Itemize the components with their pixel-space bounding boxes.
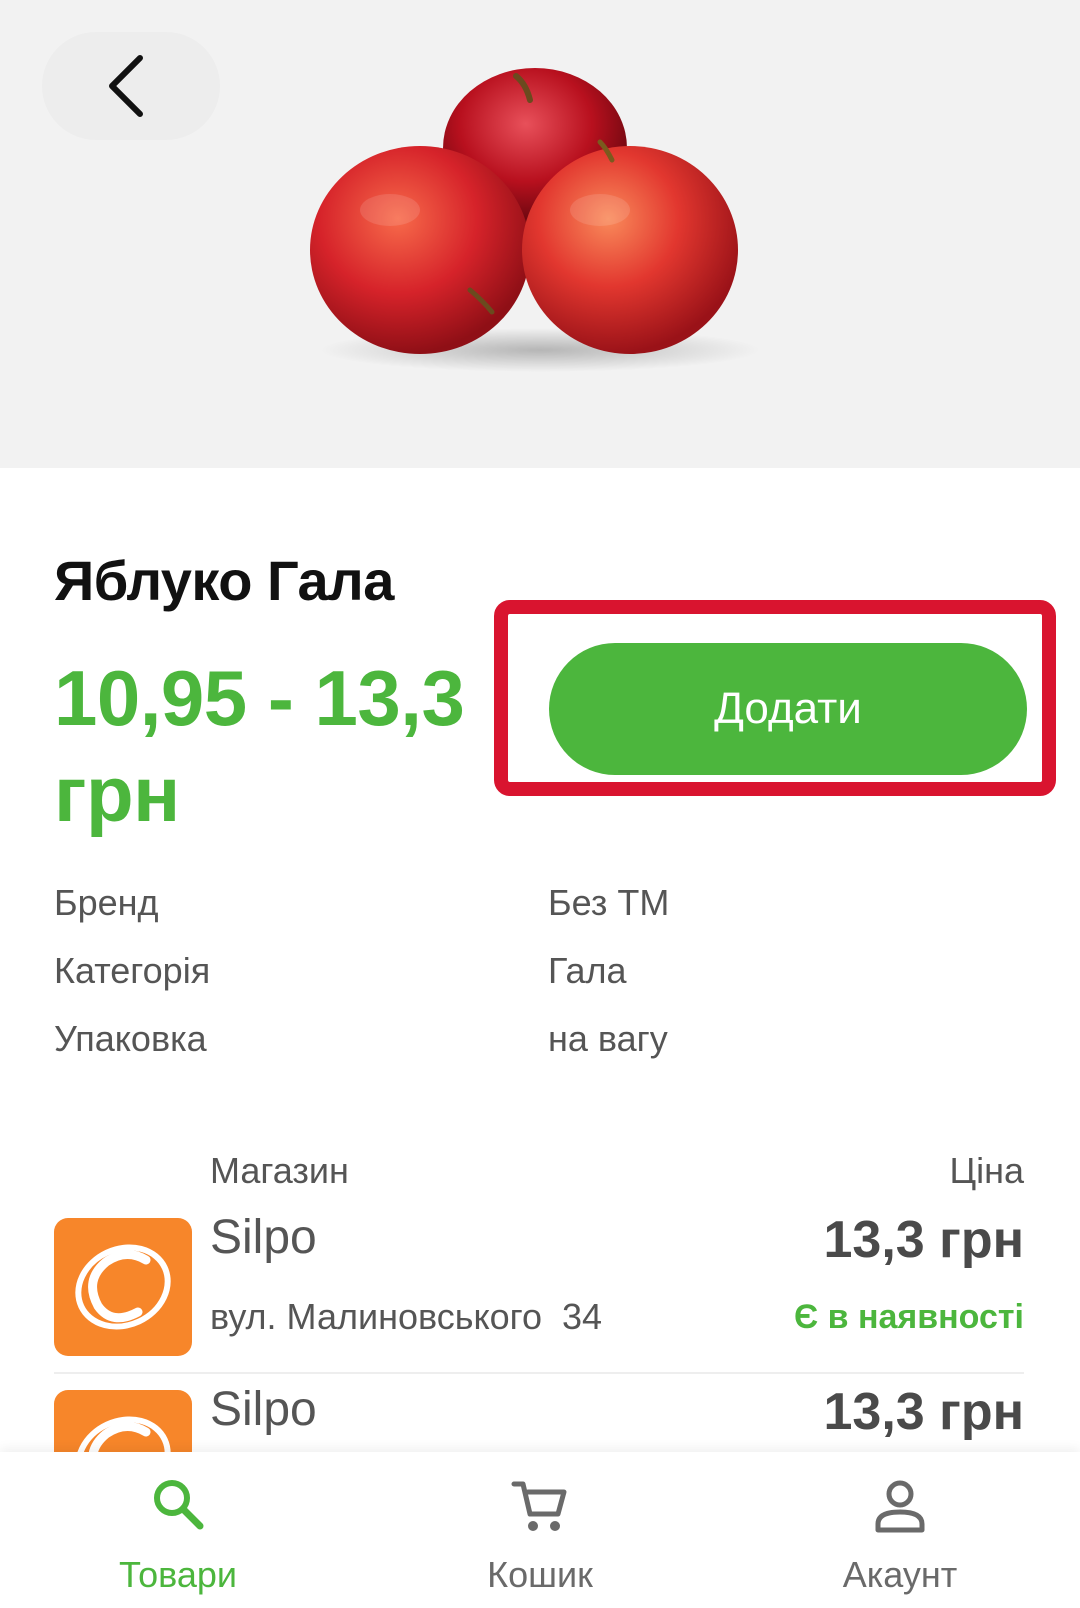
store-column-header: Магазин: [210, 1150, 349, 1191]
product-price-range: 10,95 - 13,3 грн: [54, 654, 465, 838]
attribute-label: Бренд: [54, 882, 159, 923]
silpo-logo-icon: [54, 1218, 192, 1356]
back-button[interactable]: [42, 32, 220, 140]
attribute-label: Категорія: [54, 950, 211, 991]
nav-label: Акаунт: [842, 1554, 958, 1595]
product-image: [310, 68, 760, 372]
store-row[interactable]: Silpo вул. Малиновського 34 13,3 грн Є в…: [54, 1198, 1024, 1374]
price-column-header: Ціна: [949, 1150, 1024, 1191]
add-to-cart-button[interactable]: Додати: [549, 643, 1027, 775]
product-attributes: Бренд Без ТМ Категорія Гала Упаковка на …: [54, 870, 1044, 1074]
nav-item-products[interactable]: Товари: [58, 1452, 298, 1608]
nav-item-account[interactable]: Акаунт: [780, 1452, 1020, 1608]
attribute-label: Упаковка: [54, 1018, 207, 1059]
product-title: Яблуко Гала: [54, 549, 394, 612]
nav-item-cart[interactable]: Кошик: [420, 1452, 660, 1608]
store-name: Silpo: [210, 1211, 317, 1264]
cart-icon: [511, 1481, 567, 1531]
nav-label: Кошик: [487, 1554, 593, 1595]
attribute-value: Гала: [548, 950, 627, 991]
store-price: 13,3 грн: [823, 1211, 1024, 1269]
availability-status: Є в наявності: [793, 1298, 1024, 1336]
search-icon: [154, 1480, 204, 1530]
bottom-navigation: Товари Кошик Акаунт: [0, 1452, 1080, 1608]
nav-label: Товари: [118, 1554, 238, 1595]
account-icon: [875, 1480, 925, 1533]
chevron-left-icon: [109, 55, 143, 117]
attribute-value: на вагу: [548, 1018, 668, 1059]
attribute-row-category: Категорія Гала: [54, 938, 1044, 1006]
attribute-value: Без ТМ: [548, 882, 670, 923]
store-address: вул. Малиновського 34: [210, 1296, 603, 1337]
product-image-area: [0, 0, 1080, 468]
attribute-row-brand: Бренд Без ТМ: [54, 870, 1044, 938]
store-name: Silpo: [210, 1383, 317, 1436]
store-price: 13,3 грн: [823, 1383, 1024, 1441]
attribute-row-package: Упаковка на вагу: [54, 1006, 1044, 1074]
